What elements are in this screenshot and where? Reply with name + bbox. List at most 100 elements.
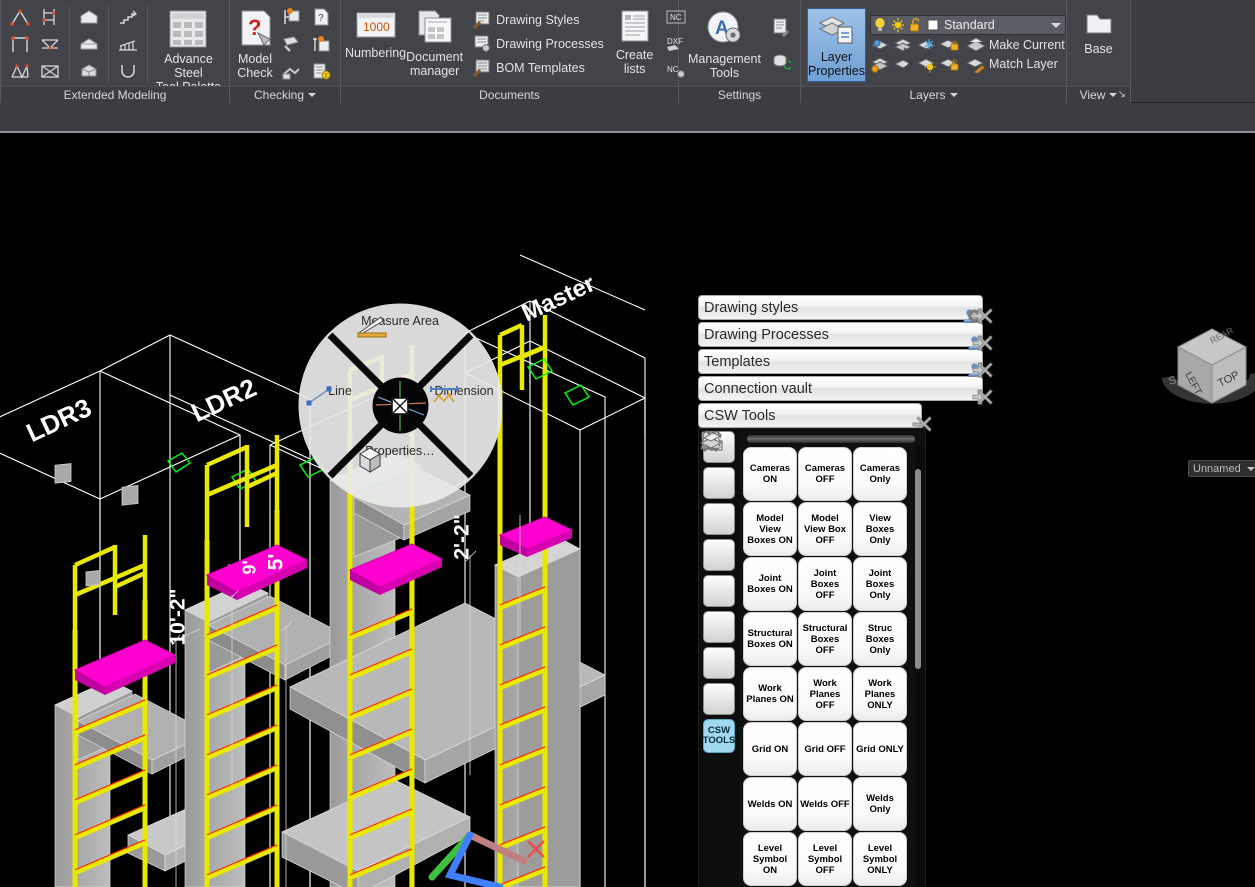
csw-button[interactable]: Cameras ON: [743, 447, 797, 501]
audit-icon[interactable]: [276, 31, 306, 58]
csw-button[interactable]: Struc Boxes Only: [853, 612, 907, 666]
csw-button[interactable]: Welds OFF: [798, 777, 852, 831]
chevron-down-icon[interactable]: [1109, 93, 1118, 97]
layer-unisolate-icon[interactable]: [893, 36, 914, 54]
radial-item-properties[interactable]: Properties…: [355, 445, 445, 473]
layer-off-icon[interactable]: [870, 55, 891, 73]
make-current-icon[interactable]: [965, 36, 987, 54]
measure-radial-menu[interactable]: Measure Area Dimension Properties… Line: [298, 303, 503, 508]
check-structure-icon[interactable]: [276, 4, 306, 31]
sync-settings-icon[interactable]: [766, 44, 796, 78]
layer-lock-icon[interactable]: [938, 36, 960, 54]
palette-csw-tools[interactable]: CSW Tools: [698, 403, 932, 432]
help-document-icon[interactable]: ?: [306, 4, 336, 31]
sun-freeze-icon[interactable]: [891, 17, 905, 33]
portal-frame-icon[interactable]: [5, 4, 35, 31]
panel-grip[interactable]: [747, 435, 915, 443]
csw-button[interactable]: Grid ONLY: [853, 722, 907, 776]
base-view-button[interactable]: Base: [1071, 5, 1126, 83]
csw-button[interactable]: View Boxes Only: [853, 502, 907, 556]
make-current-label[interactable]: Make Current: [989, 38, 1065, 52]
lattice-truss-icon[interactable]: [5, 58, 35, 85]
lightbulb-on-icon[interactable]: [873, 17, 887, 33]
csw-button[interactable]: Welds Only: [853, 777, 907, 831]
csw-tools-tab[interactable]: CSW TOOLS: [703, 719, 735, 753]
report-warning-icon[interactable]: !: [306, 58, 336, 85]
csw-button[interactable]: Joint Boxes OFF: [798, 557, 852, 611]
csw-button[interactable]: Model View Box OFF: [798, 502, 852, 556]
stair-rail-icon[interactable]: [113, 31, 143, 58]
layer-thaw-icon[interactable]: [916, 55, 937, 73]
drawing-processes-button[interactable]: Drawing Processes: [467, 32, 608, 56]
extrude-icon[interactable]: [699, 432, 735, 715]
layer-freeze-icon[interactable]: [916, 36, 937, 54]
stair-icon[interactable]: [113, 4, 143, 31]
csw-button[interactable]: Structural Boxes OFF: [798, 612, 852, 666]
csw-button[interactable]: Structural Boxes ON: [743, 612, 797, 666]
advance-steel-tool-palette-button[interactable]: Advance Steel Tool Palette: [152, 5, 225, 94]
csw-button[interactable]: Work Planes ON: [743, 667, 797, 721]
csw-scrollbar-track[interactable]: [915, 443, 922, 887]
csw-button[interactable]: Welds ON: [743, 777, 797, 831]
radial-item-measure-area[interactable]: Measure Area: [355, 315, 445, 338]
numbering-button[interactable]: 1000 Numbering: [345, 5, 406, 83]
palette-connection-vault[interactable]: Connection vault: [698, 376, 993, 405]
roof-hip-icon[interactable]: [74, 31, 104, 58]
csw-button[interactable]: Level Symbol OFF: [798, 832, 852, 886]
csw-button[interactable]: Work Planes OFF: [798, 667, 852, 721]
cad-viewport[interactable]: LDR3 LDR2 Master 10'-2" 5' 2'-2" 9' Meas…: [0, 135, 1255, 887]
panel-title-layers[interactable]: Layers: [801, 86, 1066, 103]
csw-button[interactable]: Work Planes ONLY: [853, 667, 907, 721]
drawing-styles-button[interactable]: Drawing Styles: [467, 8, 608, 32]
layer-turn-on-icon[interactable]: [893, 55, 914, 73]
csw-button[interactable]: Level Symbol ONLY: [853, 832, 907, 886]
filter-icon[interactable]: [700, 432, 735, 643]
csw-button[interactable]: Grid ON: [743, 722, 797, 776]
layer-isolate-icon[interactable]: [870, 36, 891, 54]
view-cube[interactable]: S TOP LEFT REAR: [1160, 307, 1255, 427]
palette-templates[interactable]: Templates: [698, 349, 993, 378]
clash-check-icon[interactable]: [276, 58, 306, 85]
csw-button[interactable]: Cameras OFF: [798, 447, 852, 501]
palette-drawing-processes[interactable]: Drawing Processes: [698, 322, 993, 351]
create-lists-button[interactable]: Create lists: [616, 5, 653, 83]
color-swatch-icon[interactable]: [926, 18, 940, 32]
layer-properties-button[interactable]: Layer Properties: [807, 8, 866, 82]
panel-title-checking[interactable]: Checking: [230, 86, 340, 103]
palette-drawing-styles[interactable]: Drawing styles: [698, 295, 993, 324]
defaults-icon[interactable]: [766, 10, 796, 44]
axes-icon[interactable]: [701, 432, 735, 571]
document-manager-button[interactable]: Document manager: [406, 5, 463, 83]
layer-select[interactable]: Standard: [869, 15, 1066, 35]
chevron-down-icon[interactable]: [1247, 466, 1255, 471]
csw-button[interactable]: Model View Boxes ON: [743, 502, 797, 556]
csw-button[interactable]: Joint Boxes Only: [853, 557, 907, 611]
handrail-arc-icon[interactable]: [113, 58, 143, 85]
selection-box-icon[interactable]: [701, 432, 735, 607]
csw-button[interactable]: Joint Boxes ON: [743, 557, 797, 611]
radial-item-line[interactable]: Line: [304, 385, 376, 406]
roof-gable-icon[interactable]: [74, 4, 104, 31]
truss-icon[interactable]: [35, 31, 65, 58]
panel-title-view[interactable]: View ↘: [1067, 86, 1130, 103]
csw-button[interactable]: Grid OFF: [798, 722, 852, 776]
check-dimension-icon[interactable]: [306, 31, 336, 58]
user-card-icon[interactable]: [700, 430, 735, 535]
layer-unlock-icon[interactable]: [938, 55, 960, 73]
csw-scrollbar-thumb[interactable]: [915, 469, 921, 669]
match-layer-label[interactable]: Match Layer: [989, 57, 1058, 71]
radial-item-dimension[interactable]: Dimension: [428, 385, 500, 403]
corner-frame-icon[interactable]: [5, 31, 35, 58]
bom-templates-button[interactable]: BOM Templates: [467, 56, 608, 80]
hammer-wrench-icon[interactable]: [701, 430, 735, 499]
beam-grid-icon[interactable]: [35, 58, 65, 85]
csw-button[interactable]: Level Symbol ON: [743, 832, 797, 886]
chevron-down-icon[interactable]: [949, 93, 958, 97]
bracing-icon[interactable]: [35, 4, 65, 31]
csw-button[interactable]: Cameras Only: [853, 447, 907, 501]
unlock-icon[interactable]: [909, 17, 922, 33]
box-3d-icon[interactable]: [74, 58, 104, 85]
model-check-button[interactable]: ? Model Check: [234, 5, 276, 83]
clip-icon[interactable]: [701, 432, 735, 679]
chevron-down-icon[interactable]: [308, 93, 317, 97]
